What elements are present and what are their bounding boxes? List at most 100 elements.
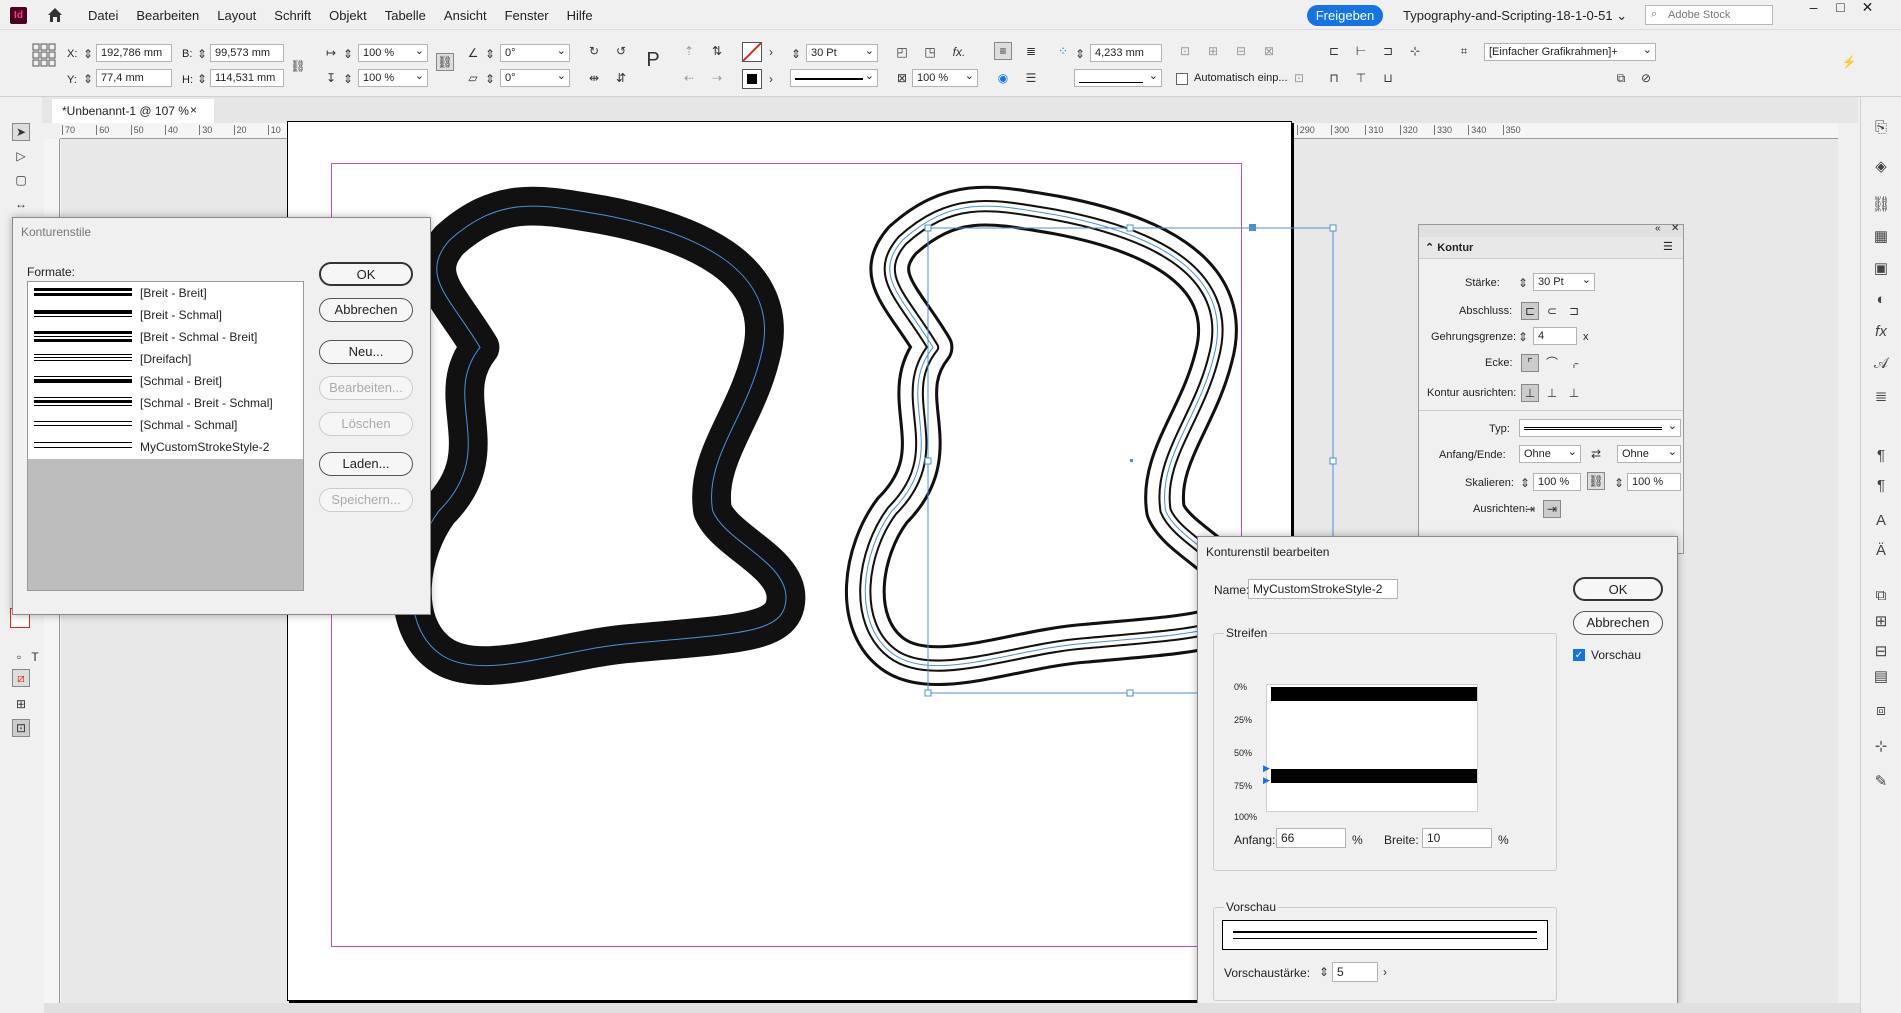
extend-arrowhead-icon[interactable]: ⇥ <box>1521 500 1539 518</box>
delete-button[interactable]: Löschen <box>319 412 413 436</box>
list-item[interactable]: [Breit - Schmal - Breit] <box>34 326 294 348</box>
edit-stroke-style-dialog: Konturenstil bearbeiten Name: MyCustomSt… <box>1197 536 1678 1007</box>
list-item[interactable]: [Schmal - Breit] <box>34 370 294 392</box>
save-button[interactable]: Speichern... <box>319 488 413 512</box>
butt-cap-icon[interactable]: ⊏ <box>1521 302 1539 320</box>
square-cap-icon[interactable]: ⊐ <box>1565 302 1583 320</box>
pages-panel-icon[interactable]: ⎘ <box>1871 119 1891 139</box>
miter-stepper-icon[interactable]: ⇕ <box>1517 328 1529 346</box>
preview-weight-label: Vorschaustärke: <box>1224 966 1311 980</box>
place-arrowhead-icon[interactable]: ⇥ <box>1543 500 1561 518</box>
load-button[interactable]: Laden... <box>319 452 413 476</box>
preview-weight-field[interactable]: 5 <box>1332 962 1378 982</box>
gradient-panel-icon[interactable]: ▦ <box>1871 227 1891 247</box>
cell-styles-panel-icon[interactable]: ▤ <box>1871 667 1891 687</box>
cancel-button[interactable]: Abbrechen <box>1573 611 1663 635</box>
transform-panel-icon[interactable]: ⊹ <box>1871 737 1891 757</box>
round-join-icon[interactable]: ⌒ <box>1543 354 1561 372</box>
list-item[interactable]: MyCustomStrokeStyle-2 <box>34 436 294 458</box>
list-item[interactable]: [Schmal - Breit - Schmal] <box>34 392 294 414</box>
stripe-top[interactable] <box>1271 687 1477 701</box>
text-format-icon[interactable]: T <box>26 648 44 666</box>
character-styles-panel-icon[interactable]: 𝒜 <box>1871 355 1891 375</box>
stripe-start-marker-icon[interactable]: ▶ <box>1263 763 1270 774</box>
round-cap-icon[interactable]: ⊂ <box>1543 302 1561 320</box>
custom-stroke-shape[interactable] <box>845 185 1260 686</box>
layers-panel-icon[interactable]: ◈ <box>1871 157 1891 177</box>
preview-weight-stepper-icon[interactable]: ⇕ <box>1318 963 1330 981</box>
scale-start-field[interactable]: 100 % <box>1533 473 1581 491</box>
character-panel-icon[interactable]: A <box>1871 512 1891 532</box>
weight-field[interactable]: 30 Pt <box>1533 273 1595 291</box>
new-button[interactable]: Neu... <box>319 340 413 364</box>
direct-selection-tool-icon[interactable]: ▷ <box>12 147 30 165</box>
paragraph-panel-icon[interactable]: ¶ <box>1871 477 1891 497</box>
align-panel-icon[interactable]: ⧈ <box>1871 702 1891 722</box>
stripe-end-marker-icon[interactable]: ▶ <box>1263 775 1270 786</box>
preview-checkbox[interactable]: ✓ <box>1573 649 1585 661</box>
edit-button[interactable]: Bearbeiten... <box>319 376 413 400</box>
swap-ends-icon[interactable]: ⇄ <box>1587 445 1605 463</box>
apply-none-icon[interactable]: ⧄ <box>12 669 30 687</box>
glyphs-panel-icon[interactable]: Ä <box>1871 542 1891 562</box>
selection-tool-icon[interactable]: ➤ <box>12 123 30 141</box>
object-styles-panel-icon[interactable]: ⧉ <box>1871 587 1891 607</box>
align-inside-stroke-icon[interactable]: ⊥ <box>1543 384 1561 402</box>
scale-end-stepper-icon[interactable]: ⇕ <box>1613 474 1625 492</box>
ok-button[interactable]: OK <box>1573 577 1663 601</box>
panel-tab-label: Kontur <box>1437 242 1474 254</box>
type-field[interactable] <box>1519 419 1681 437</box>
paragraph-styles-panel-icon[interactable]: ¶ <box>1871 447 1891 467</box>
bevel-join-icon[interactable]: ⌌ <box>1565 354 1583 372</box>
table-styles-panel-icon[interactable]: ⊟ <box>1871 642 1891 662</box>
miter-join-icon[interactable]: ⌜ <box>1521 354 1539 372</box>
tick-25: 25% <box>1234 715 1253 725</box>
stroke-styles-dialog: Konturenstile Formate: [Breit - Breit] [… <box>12 217 431 615</box>
list-item[interactable]: [Dreifach] <box>34 348 294 370</box>
align-center-stroke-icon[interactable]: ⊥ <box>1521 384 1539 402</box>
pathfinder-panel-icon[interactable]: ✎ <box>1871 772 1891 792</box>
stripes-editor[interactable]: ▶ ▶ <box>1263 684 1478 812</box>
miter-field[interactable]: 4 <box>1533 327 1577 345</box>
join-label: Ecke: <box>1485 357 1513 369</box>
start-unit: % <box>1352 833 1363 847</box>
apply-gradient-icon[interactable]: ⊞ <box>12 695 30 713</box>
align-outside-stroke-icon[interactable]: ⊥ <box>1565 384 1583 402</box>
links-panel-icon[interactable]: ⛓ <box>1871 195 1891 215</box>
list-item[interactable]: [Breit - Breit] <box>34 282 294 304</box>
screen-mode-icon[interactable]: ⊡ <box>12 719 30 737</box>
stripe-width-field[interactable]: 10 <box>1422 828 1492 848</box>
start-end-label: Anfang/Ende: <box>1439 449 1506 461</box>
name-field[interactable]: MyCustomStrokeStyle-2 <box>1248 579 1398 599</box>
panel-menu-icon[interactable]: ☰ <box>1663 240 1673 253</box>
color-panel-icon[interactable]: ◐ <box>1871 291 1891 311</box>
gap-tool-icon[interactable]: ↔ <box>12 195 30 213</box>
format-name: [Breit - Breit] <box>140 286 207 300</box>
stroke-panel: « ✕ ⌃ Kontur ☰ Stärke: ⇕ 30 Pt Abschluss… <box>1418 223 1684 554</box>
effects-panel-icon[interactable]: fx <box>1871 323 1891 343</box>
link-scale-icon[interactable]: ⛓ <box>1587 472 1605 490</box>
scale-start-stepper-icon[interactable]: ⇕ <box>1519 474 1531 492</box>
table-panel-icon[interactable]: ⊞ <box>1871 612 1891 632</box>
swatches-panel-icon[interactable]: ▣ <box>1871 259 1891 279</box>
cancel-button[interactable]: Abbrechen <box>319 298 413 322</box>
formats-list[interactable]: [Breit - Breit] [Breit - Schmal] [Breit … <box>27 281 304 591</box>
close-panel-icon[interactable]: ✕ <box>1671 223 1679 234</box>
text-wrap-panel-icon[interactable]: ≣ <box>1871 387 1891 407</box>
panel-tab-kontur[interactable]: ⌃ Kontur <box>1425 241 1473 254</box>
stripe-selected[interactable] <box>1271 769 1477 783</box>
ok-button[interactable]: OK <box>319 262 413 286</box>
align-label: Ausrichten: <box>1473 503 1529 515</box>
start-cap-field[interactable]: Ohne <box>1519 445 1581 463</box>
collapse-panel-icon[interactable]: « <box>1655 223 1661 234</box>
preview-weight-menu-icon[interactable]: › <box>1378 963 1392 981</box>
weight-stepper-icon[interactable]: ⇕ <box>1517 274 1529 292</box>
tick-0: 0% <box>1234 682 1248 692</box>
format-name: [Dreifach] <box>140 352 192 366</box>
end-cap-field[interactable]: Ohne <box>1617 445 1681 463</box>
stripe-start-field[interactable]: 66 <box>1276 828 1346 848</box>
list-item[interactable]: [Schmal - Schmal] <box>34 414 294 436</box>
scale-end-field[interactable]: 100 % <box>1627 473 1681 491</box>
list-item[interactable]: [Breit - Schmal] <box>34 304 294 326</box>
page-tool-icon[interactable]: ▢ <box>12 171 30 189</box>
